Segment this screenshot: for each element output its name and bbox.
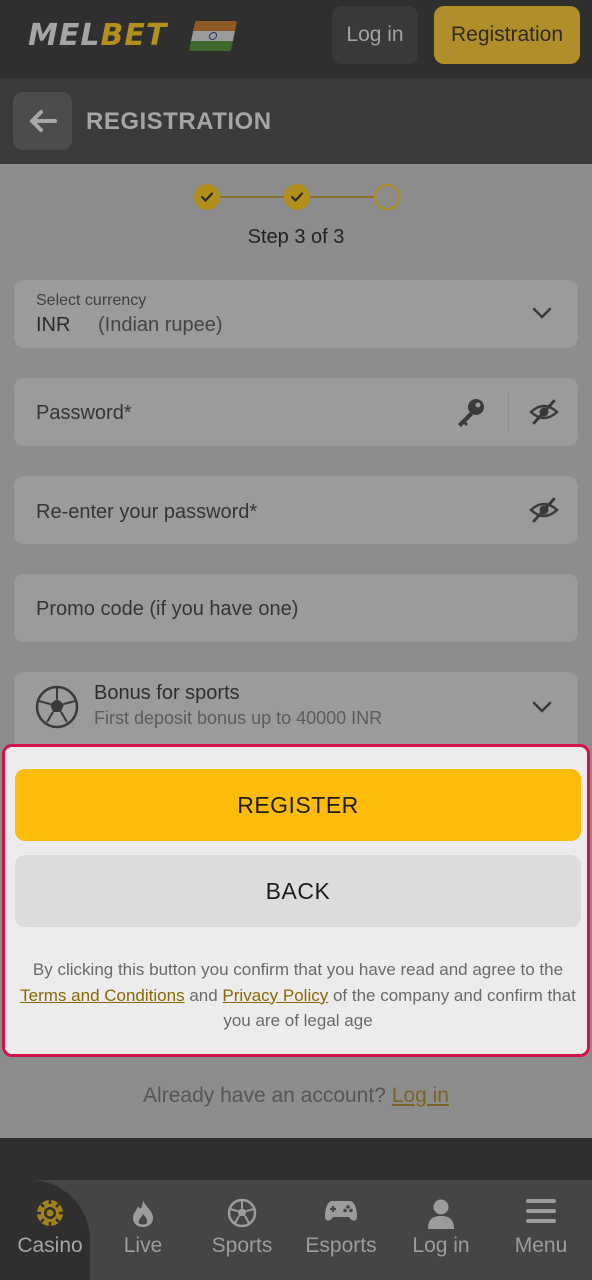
terms-disclaimer: By clicking this button you confirm that…: [13, 957, 583, 1034]
footer-strip: [0, 1138, 592, 1180]
chevron-down-icon: [532, 701, 552, 713]
nav-live[interactable]: Live: [93, 1180, 193, 1280]
casino-chip-icon: [37, 1200, 63, 1226]
logo-prefix: MEL: [28, 18, 101, 53]
step-connector: [220, 196, 284, 198]
soccer-ball-icon: [35, 685, 79, 729]
privacy-link[interactable]: Privacy Policy: [222, 986, 328, 1005]
disclaimer-text: By clicking this button you confirm that…: [32, 960, 564, 979]
step-1-done: [194, 184, 220, 210]
back-arrow-button[interactable]: [13, 92, 72, 150]
nav-label: Log in: [412, 1234, 470, 1257]
field-divider: [508, 392, 509, 432]
nav-label: Menu: [514, 1234, 568, 1257]
currency-code: INR: [36, 314, 71, 336]
india-flag-icon[interactable]: [188, 21, 238, 51]
currency-name: (Indian rupee): [98, 314, 223, 336]
checkmark-icon: [290, 192, 304, 203]
repassword-placeholder: Re-enter your password*: [36, 501, 258, 523]
already-text: Already have an account?: [143, 1084, 386, 1107]
password-field[interactable]: Password*: [14, 378, 578, 446]
chevron-down-icon: [532, 307, 552, 319]
top-header: MELBET Log in Registration: [0, 0, 592, 78]
soccer-ball-icon: [227, 1198, 257, 1228]
eye-hidden-icon[interactable]: [528, 398, 560, 426]
nav-esports[interactable]: Esports: [291, 1180, 391, 1280]
nav-casino[interactable]: Casino: [0, 1180, 90, 1280]
nav-login[interactable]: Log in: [391, 1180, 491, 1280]
nav-sports[interactable]: Sports: [192, 1180, 292, 1280]
checkmark-icon: [200, 192, 214, 203]
logo-suffix: BET: [100, 18, 168, 53]
back-button[interactable]: BACK: [15, 855, 581, 927]
terms-link[interactable]: Terms and Conditions: [20, 986, 184, 1005]
header-registration-button[interactable]: Registration: [434, 6, 580, 64]
promo-placeholder: Promo code (if you have one): [36, 598, 299, 620]
footer-login-link[interactable]: Log in: [392, 1084, 449, 1107]
gamepad-icon: [325, 1201, 357, 1221]
currency-select[interactable]: Select currency INR (Indian rupee): [14, 280, 578, 348]
bonus-title: Bonus for sports: [94, 682, 240, 704]
eye-hidden-icon[interactable]: [528, 496, 560, 524]
nav-label: Esports: [305, 1234, 377, 1257]
bottom-nav: Casino Live Sports Esports Log in Menu: [0, 1180, 592, 1280]
nav-menu[interactable]: Menu: [491, 1180, 591, 1280]
step-text: Step 3 of 3: [247, 226, 345, 248]
currency-label: Select currency: [36, 292, 147, 309]
step-indicator: [194, 184, 400, 210]
password-placeholder: Password*: [36, 402, 132, 424]
promo-code-field[interactable]: Promo code (if you have one): [14, 574, 578, 642]
page-titlebar: REGISTRATION: [0, 78, 592, 164]
nav-label: Live: [123, 1234, 163, 1257]
hamburger-icon: [526, 1199, 556, 1223]
arrow-left-icon: [29, 110, 57, 132]
page-title: REGISTRATION: [86, 108, 272, 135]
step-3-current: [374, 184, 400, 210]
key-icon[interactable]: [454, 396, 488, 430]
nav-label: Sports: [211, 1234, 273, 1257]
nav-label: Casino: [17, 1234, 83, 1257]
register-action-card: REGISTER BACK By clicking this button yo…: [2, 744, 590, 1057]
step-connector: [310, 196, 374, 198]
header-login-button[interactable]: Log in: [332, 6, 418, 64]
repassword-field[interactable]: Re-enter your password*: [14, 476, 578, 544]
bonus-subtitle: First deposit bonus up to 40000 INR: [94, 708, 383, 728]
flame-icon: [133, 1200, 153, 1227]
already-account-line: Already have an account? Log in: [0, 1084, 592, 1108]
melbet-logo[interactable]: MELBET: [28, 18, 167, 53]
user-icon: [428, 1199, 454, 1229]
register-button[interactable]: REGISTER: [15, 769, 581, 841]
bonus-select[interactable]: Bonus for sports First deposit bonus up …: [14, 672, 578, 744]
step-2-done: [284, 184, 310, 210]
disclaimer-and: and: [189, 985, 218, 1005]
